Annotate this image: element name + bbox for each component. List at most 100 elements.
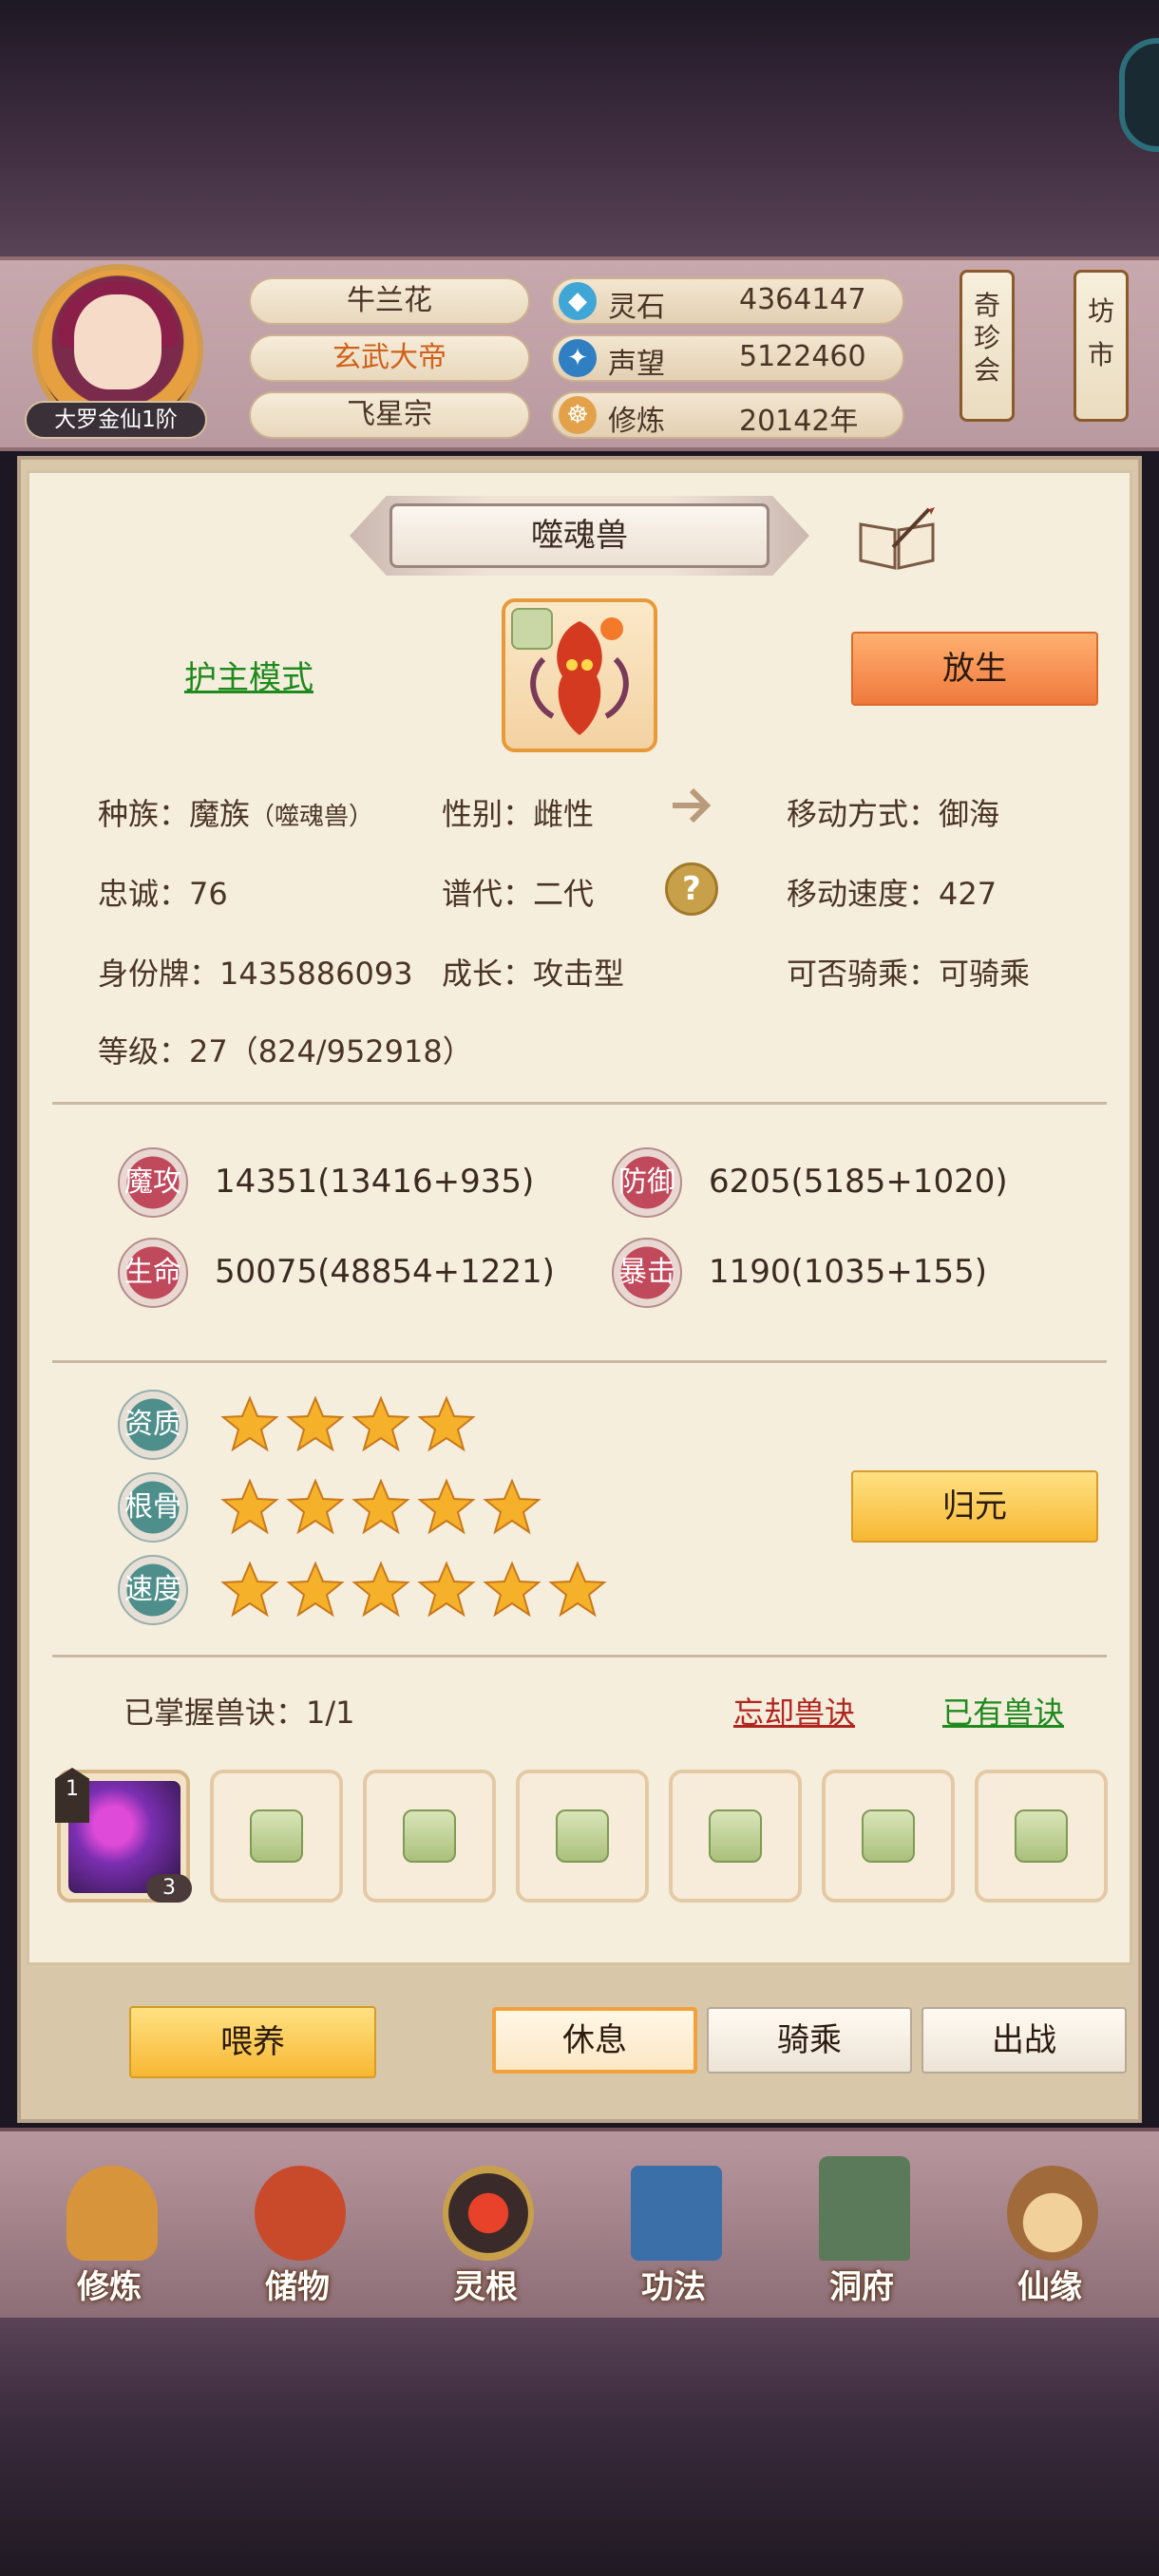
resource-label: 修炼	[608, 405, 665, 438]
cultivator-icon	[66, 2166, 158, 2261]
divider	[52, 1655, 1107, 1657]
nav-label: 灵根	[453, 2268, 518, 2306]
market-label: 坊市	[1088, 295, 1115, 370]
nav-label: 储物	[265, 2268, 330, 2306]
skill-slot-empty[interactable]	[516, 1770, 649, 1903]
pet-move-speed: 移动速度：427	[787, 876, 998, 912]
lock-icon	[1015, 1809, 1068, 1863]
star-icon	[286, 1478, 345, 1535]
stat-value: 1190(1035+155)	[709, 1253, 987, 1291]
skill-count: 3	[146, 1874, 192, 1903]
pet-race: 种族：魔族（噬魂兽）	[98, 790, 373, 834]
book-icon[interactable]	[855, 505, 939, 572]
spirit-root-icon	[443, 2166, 534, 2261]
reset-button[interactable]: 归元	[851, 1470, 1098, 1543]
skill-slot-1[interactable]: 1 3	[55, 1768, 192, 1903]
nav-techniques[interactable]: 功法	[588, 2128, 759, 2318]
resource-label: 声望	[608, 348, 665, 381]
lock-icon	[556, 1809, 609, 1863]
treasure-fair-button[interactable]: 奇珍会	[960, 270, 1015, 422]
skill-slot-empty[interactable]	[669, 1770, 802, 1903]
player-sect[interactable]: 飞星宗	[249, 391, 530, 439]
star-icon	[220, 1561, 279, 1618]
pet-gender: 性别：雌性	[442, 796, 595, 832]
cultivation-icon: ☸	[559, 396, 597, 434]
resource-value: 5122460	[739, 340, 866, 373]
stat-badge: 生命	[118, 1238, 188, 1308]
nav-storage[interactable]: 储物	[212, 2128, 383, 2318]
skills-mastered: 已掌握兽诀：1/1	[124, 1695, 355, 1731]
skill-slot-empty[interactable]	[210, 1770, 343, 1903]
nav-label: 修炼	[77, 2268, 142, 2306]
gender-arrow-icon[interactable]	[663, 779, 716, 832]
ride-tab[interactable]: 骑乘	[707, 2007, 912, 2074]
lock-icon	[250, 1809, 303, 1863]
stat-value: 50075(48854+1221)	[215, 1253, 555, 1291]
nav-immortal-fate[interactable]: 仙缘	[964, 2128, 1135, 2318]
cave-gate-icon	[819, 2156, 910, 2261]
nav-label: 洞府	[829, 2268, 894, 2306]
guard-mode-link[interactable]: 护主模式	[184, 652, 314, 698]
skill-slot-empty[interactable]	[975, 1770, 1108, 1903]
feed-button[interactable]: 喂养	[129, 2006, 376, 2078]
star-icon	[417, 1478, 476, 1535]
star-icon	[417, 1561, 476, 1618]
lock-icon	[403, 1809, 456, 1863]
rest-tab[interactable]: 休息	[492, 2007, 697, 2074]
star-icon	[483, 1478, 542, 1535]
resource-value: 20142年	[739, 405, 859, 438]
pet-level: 等级：27（824/952918）	[98, 1033, 473, 1070]
skill-slot-empty[interactable]	[363, 1770, 496, 1903]
star-icon	[220, 1395, 279, 1452]
ring-menu-button[interactable]	[1119, 38, 1159, 152]
nav-label: 仙缘	[1017, 2268, 1082, 2306]
lock-icon	[862, 1809, 915, 1863]
bottom-background	[0, 2318, 1159, 2576]
stat-badge: 魔攻	[118, 1147, 188, 1218]
nav-cultivate[interactable]: 修炼	[24, 2128, 195, 2318]
rank-badge: 大罗金仙1阶	[25, 401, 207, 439]
star-icon	[220, 1478, 279, 1535]
market-button[interactable]: 坊市	[1074, 270, 1129, 422]
pet-name[interactable]: 噬魂兽	[390, 503, 770, 568]
resource-value: 4364147	[739, 283, 866, 316]
pet-growth: 成长：攻击型	[442, 956, 625, 992]
star-icon	[352, 1561, 410, 1618]
treasure-fair-label: 奇珍会	[974, 290, 1001, 386]
pet-movement-type: 移动方式：御海	[787, 796, 1000, 832]
lock-icon	[709, 1809, 762, 1863]
gourd-icon	[1007, 2166, 1098, 2261]
race-subtype: （噬魂兽）	[250, 803, 374, 831]
pet-rideable: 可否骑乘：可骑乘	[787, 956, 1031, 992]
skill-slot-empty[interactable]	[822, 1770, 955, 1903]
release-button[interactable]: 放生	[851, 632, 1098, 706]
stat-value: 14351(13416+935)	[215, 1163, 535, 1201]
race-value: 魔族	[189, 796, 251, 832]
prestige-icon: ✦	[559, 339, 597, 377]
divider	[52, 1360, 1107, 1363]
race-label: 种族：	[98, 796, 190, 832]
owned-skills-link[interactable]: 已有兽诀	[942, 1689, 1064, 1733]
quality-badge: 根骨	[118, 1472, 188, 1543]
battle-tab[interactable]: 出战	[922, 2007, 1127, 2074]
help-icon[interactable]: ?	[665, 862, 718, 916]
player-name: 牛兰花	[249, 277, 530, 325]
stat-badge: 暴击	[612, 1238, 682, 1308]
spirit-stone-icon: ◆	[559, 282, 597, 320]
forget-skill-link[interactable]: 忘却兽诀	[733, 1689, 855, 1733]
star-icon	[548, 1561, 607, 1618]
quality-badge: 速度	[118, 1555, 188, 1625]
top-background	[0, 0, 1159, 261]
nav-cave-dwelling[interactable]: 洞府	[776, 2128, 947, 2318]
skill-tier-badge: 1	[55, 1768, 89, 1823]
pet-generation: 谱代：二代	[442, 876, 595, 912]
star-icon	[352, 1478, 410, 1535]
player-title[interactable]: 玄武大帝	[249, 334, 530, 382]
stat-value: 6205(5185+1020)	[709, 1163, 1008, 1201]
pet-id-tag: 身份牌：1435886093	[98, 956, 413, 992]
technique-book-icon	[631, 2166, 722, 2261]
skill-tier: 1	[66, 1777, 79, 1801]
nav-spirit-root[interactable]: 灵根	[400, 2128, 571, 2318]
avatar-face	[74, 294, 162, 389]
stat-badge: 防御	[612, 1147, 682, 1218]
